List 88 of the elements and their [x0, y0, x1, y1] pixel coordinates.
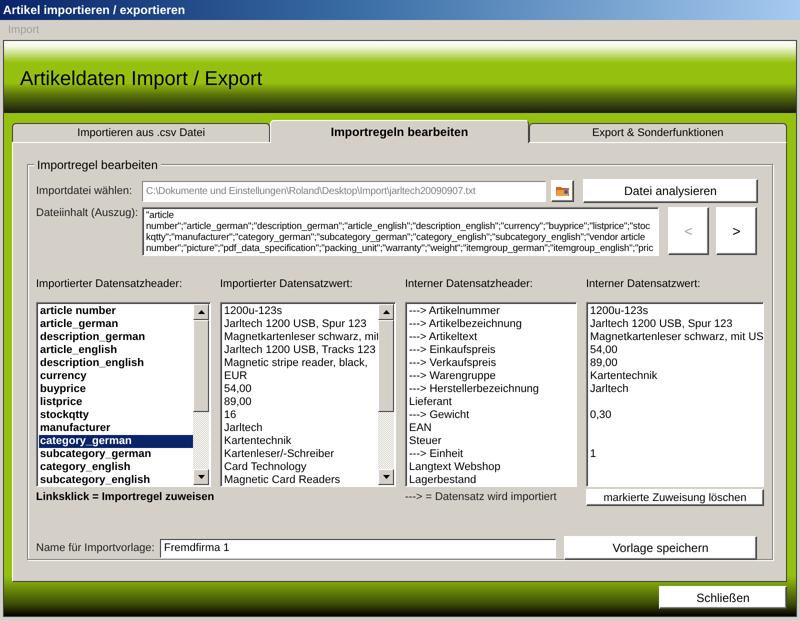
list-item[interactable]: EAN [408, 422, 576, 435]
list-item[interactable]: ---> Artikeltext [408, 331, 576, 344]
list-item[interactable]: buyprice [39, 383, 193, 396]
list-item[interactable]: Jarltech 1200 USB, Tracks 123 [223, 344, 378, 357]
list-item[interactable]: ---> Artikelnummer [408, 305, 576, 318]
list-item[interactable]: 16 [223, 409, 378, 422]
file-content-line: number";"article_german";"description_german";"article_english";"description_english";"currency";"buyprice";"listprice";"stoc [146, 221, 651, 232]
list-box[interactable] [220, 302, 396, 487]
list-item[interactable]: Magnetic Card Readers [223, 474, 378, 486]
browse-button[interactable] [551, 180, 574, 202]
scrollbar[interactable] [378, 304, 394, 485]
list-label: Importierter Datensatzheader: [36, 278, 184, 292]
list-item[interactable]: ---> Gewicht [408, 409, 576, 422]
analyze-button[interactable]: Datei analysieren [583, 179, 758, 203]
scrollbar[interactable] [193, 304, 209, 485]
list-item[interactable]: 1200u-123s [589, 305, 763, 318]
list-item[interactable]: 89,00 [223, 396, 378, 409]
list-item[interactable]: 54,00 [223, 383, 378, 396]
list-item[interactable]: Kartentechnik [223, 435, 378, 448]
file-content-line: kqtty";"manufacturer";"category_german";"subcategory_german";"category_english";"subcategory_english";"vendor article [146, 232, 646, 243]
list-item[interactable]: ---> Verkaufspreis [408, 357, 576, 370]
file-content-field[interactable] [142, 207, 659, 256]
list-item[interactable]: Jarltech [589, 383, 763, 396]
folder-icon [556, 185, 570, 197]
list-item[interactable]: ---> Einheit [408, 448, 576, 461]
tab[interactable]: Export & Sonderfunktionen [528, 123, 787, 142]
scroll-down-icon[interactable] [382, 475, 390, 479]
list-item[interactable]: category_german [39, 435, 193, 448]
list-label: Importierter Datensatzwert: [220, 278, 354, 292]
next-button[interactable]: > [716, 207, 757, 255]
list-item[interactable]: description_english [39, 357, 193, 370]
file-content-line: "article [146, 210, 175, 221]
list-item[interactable]: ---> Warengruppe [408, 370, 576, 383]
list-item[interactable]: stockqtty [39, 409, 193, 422]
list-item[interactable]: Jarltech [223, 422, 378, 435]
list-item[interactable]: article_german [39, 318, 193, 331]
field-label: Name für Importvorlage: [36, 542, 156, 554]
tab[interactable]: Importregeln bearbeiten [270, 120, 529, 143]
header-title: Artikeldaten Import / Export [20, 68, 262, 90]
list-item[interactable]: ---> Artikelbezeichnung [408, 318, 576, 331]
list-item[interactable]: Jarltech 1200 USB, Spur 123 [223, 318, 378, 331]
list-box[interactable] [405, 302, 577, 487]
list-item[interactable]: description_german [39, 331, 193, 344]
list-item[interactable]: listprice [39, 396, 193, 409]
list-item[interactable]: Magnetkartenleser schwarz, mit [223, 331, 378, 344]
list-item[interactable]: Kartenleser/-Schreiber [223, 448, 378, 461]
field-label: Dateiinhalt (Auszug): [36, 207, 140, 219]
list-label: Interner Datensatzwert: [586, 278, 702, 292]
close-button[interactable]: Schließen [659, 586, 787, 609]
list-box[interactable] [36, 302, 211, 487]
list-item[interactable]: Magnetic stripe reader, black, [223, 357, 378, 370]
list-item[interactable]: article number [39, 305, 193, 318]
list-item[interactable]: subcategory_german [39, 448, 193, 461]
template-name-field[interactable]: Fremdfirma 1 [160, 538, 556, 558]
list-item[interactable]: subcategory_english [39, 474, 193, 486]
file-content-line: number";"picture";"pdf_data_specification";"packing_unit";"warranty";"weight";"itemgroup_german";"itemgroup_english";"pric [146, 243, 654, 254]
group-title: Importregel bearbeiten [34, 158, 161, 172]
list-item[interactable]: Card Technology [223, 461, 378, 474]
field-label: Importdatei wählen: [36, 185, 133, 197]
hint-text: ---> = Datensatz wird importiert [405, 490, 557, 504]
list-label: Interner Datensatzheader: [405, 278, 534, 292]
save-template-button[interactable]: Vorlage speichern [564, 536, 757, 560]
window-title: Artikel importieren / exportieren [3, 3, 186, 17]
list-item[interactable]: Lagerbestand [408, 474, 576, 486]
list-item[interactable]: Kartentechnik [589, 370, 763, 383]
list-item[interactable]: 89,00 [589, 357, 763, 370]
scroll-down-icon[interactable] [198, 475, 204, 479]
list-item[interactable]: ---> Herstellerbezeichnung [408, 383, 576, 396]
list-item[interactable]: 0,30 [589, 409, 763, 422]
list-item[interactable]: Jarltech 1200 USB, Spur 123 [589, 318, 763, 331]
list-item[interactable]: EUR [223, 370, 378, 383]
list-item[interactable]: 1200u-123s [223, 305, 378, 318]
delete-assignment-button[interactable]: markierte Zuweisung löschen [586, 489, 764, 506]
list-item[interactable]: 54,00 [589, 344, 763, 357]
list-item[interactable]: currency [39, 370, 193, 383]
list-item[interactable]: article_english [39, 344, 193, 357]
list-item[interactable]: 1 [589, 448, 763, 461]
hint-text: Linksklick = Importregel zuweisen [36, 490, 214, 504]
list-item[interactable]: category_english [39, 461, 193, 474]
list-item[interactable]: Magnetkartenleser schwarz, mit US [589, 331, 763, 344]
list-item[interactable]: Langtext Webshop [408, 461, 576, 474]
scroll-up-icon[interactable] [198, 310, 204, 314]
list-item[interactable]: Steuer [408, 435, 576, 448]
list-item[interactable]: Lieferant [408, 396, 576, 409]
list-item[interactable]: manufacturer [39, 422, 193, 435]
list-item[interactable]: ---> Einkaufspreis [408, 344, 576, 357]
tab[interactable]: Importieren aus .csv Datei [12, 123, 270, 142]
scroll-up-icon[interactable] [382, 310, 390, 314]
